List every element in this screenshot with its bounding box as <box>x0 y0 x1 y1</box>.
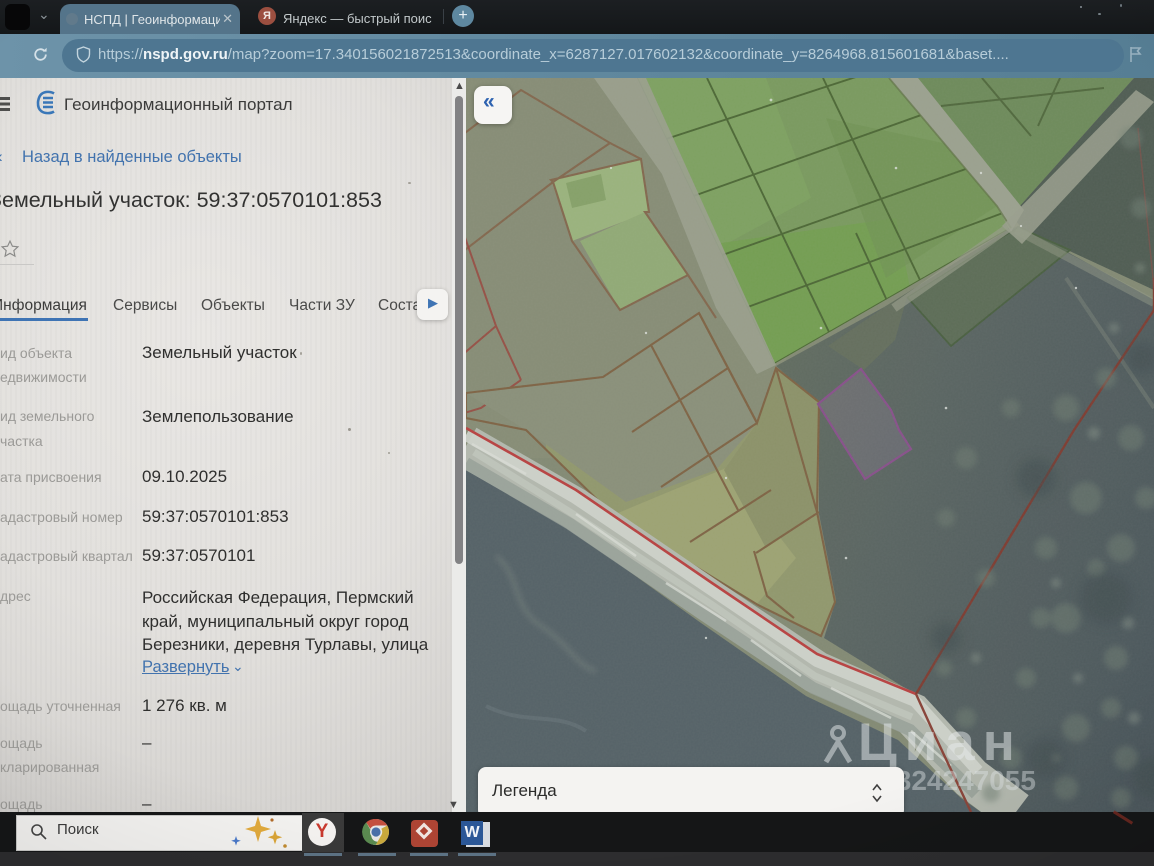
svg-text:Циан: Циан <box>858 713 1023 772</box>
